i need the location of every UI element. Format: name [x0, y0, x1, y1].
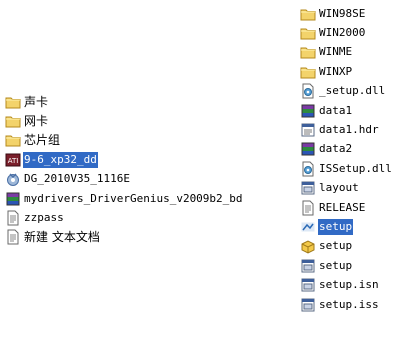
- text-file-icon: [5, 210, 21, 226]
- file-name-label: WIN98SE: [319, 6, 366, 20]
- list-item[interactable]: RELEASE: [300, 198, 412, 217]
- file-name-label: setup: [318, 218, 354, 235]
- list-item[interactable]: WIN2000: [300, 23, 412, 42]
- file-name-label: zzpass: [24, 211, 64, 225]
- hdr-file-icon: [300, 122, 316, 138]
- file-name-label: _setup.dll: [319, 84, 386, 98]
- list-item[interactable]: mydrivers_DriverGenius_v2009b2_bd: [5, 189, 305, 208]
- file-name-label: 新建 文本文档: [24, 230, 100, 245]
- ati-driver-icon: ATI: [5, 152, 21, 168]
- winrar-archive-icon: [300, 103, 316, 119]
- list-item[interactable]: 新建 文本文档: [5, 228, 305, 247]
- file-name-label: data2: [319, 142, 353, 156]
- file-name-label: layout: [319, 181, 359, 195]
- list-item[interactable]: _setup.dll: [300, 82, 412, 101]
- list-item[interactable]: WIN98SE: [300, 4, 412, 23]
- folder-icon: [300, 44, 316, 60]
- setup-exe-icon: [300, 219, 316, 235]
- file-name-label: WIN2000: [319, 26, 366, 40]
- file-name-label: setup: [319, 258, 353, 272]
- winrar-archive-icon: [300, 141, 316, 157]
- dll-file-icon: [300, 161, 316, 177]
- list-item[interactable]: layout: [300, 179, 412, 198]
- folder-icon: [5, 94, 21, 110]
- folder-icon: [300, 6, 316, 22]
- list-item[interactable]: DG_2010V35_1116E: [5, 170, 305, 189]
- list-item[interactable]: WINXP: [300, 62, 412, 81]
- folder-icon: [5, 132, 21, 148]
- list-item[interactable]: data2: [300, 140, 412, 159]
- list-item[interactable]: 芯片组: [5, 131, 305, 150]
- svg-text:ATI: ATI: [8, 157, 19, 165]
- list-item[interactable]: setup: [300, 217, 412, 236]
- list-item[interactable]: ATI 9-6_xp32_dd: [5, 150, 305, 169]
- list-item[interactable]: 声卡: [5, 92, 305, 111]
- binary-file-icon: [300, 297, 316, 313]
- winrar-archive-icon: [5, 191, 21, 207]
- file-name-label: data1.hdr: [319, 123, 379, 137]
- file-name-label: setup.isn: [319, 278, 379, 292]
- file-name-label: data1: [319, 103, 353, 117]
- file-name-label: setup: [319, 239, 353, 253]
- right-file-list: WIN98SE WIN2000 WINME WINXP _setup.dll data1 d…: [300, 4, 412, 314]
- folder-icon: [5, 113, 21, 129]
- list-item[interactable]: WINME: [300, 43, 412, 62]
- file-name-label: WINME: [319, 45, 353, 59]
- file-name-label: WINXP: [319, 64, 353, 78]
- list-item[interactable]: setup.isn: [300, 275, 412, 294]
- list-item[interactable]: zzpass: [5, 208, 305, 227]
- file-name-label: 9-6_xp32_dd: [23, 151, 98, 168]
- list-item[interactable]: 网卡: [5, 111, 305, 130]
- text-file-icon: [300, 200, 316, 216]
- list-item[interactable]: ISSetup.dll: [300, 159, 412, 178]
- explorer-window: { "left_list": { "items": [ {"label": "声…: [0, 0, 412, 360]
- file-name-label: setup.iss: [319, 297, 379, 311]
- file-name-label: 芯片组: [24, 133, 61, 148]
- binary-file-icon: [300, 258, 316, 274]
- file-name-label: 网卡: [24, 114, 49, 129]
- file-name-label: DG_2010V35_1116E: [24, 172, 130, 186]
- binary-file-icon: [300, 277, 316, 293]
- setup-package-icon: [300, 238, 316, 254]
- file-name-label: mydrivers_DriverGenius_v2009b2_bd: [24, 191, 243, 205]
- list-item[interactable]: setup: [300, 237, 412, 256]
- binary-file-icon: [300, 180, 316, 196]
- file-name-label: RELEASE: [319, 200, 366, 214]
- list-item[interactable]: setup.iss: [300, 295, 412, 314]
- list-item[interactable]: data1.hdr: [300, 120, 412, 139]
- driver-genius-icon: [5, 171, 21, 187]
- list-item[interactable]: data1: [300, 101, 412, 120]
- folder-icon: [300, 64, 316, 80]
- left-file-list: 声卡网卡芯片组 ATI 9-6_xp32_dd DG_2010V35_1116Emyd…: [5, 92, 305, 247]
- text-file-icon: [5, 229, 21, 245]
- folder-icon: [300, 25, 316, 41]
- file-name-label: ISSetup.dll: [319, 161, 392, 175]
- file-name-label: 声卡: [24, 94, 49, 109]
- dll-file-icon: [300, 83, 316, 99]
- list-item[interactable]: setup: [300, 256, 412, 275]
